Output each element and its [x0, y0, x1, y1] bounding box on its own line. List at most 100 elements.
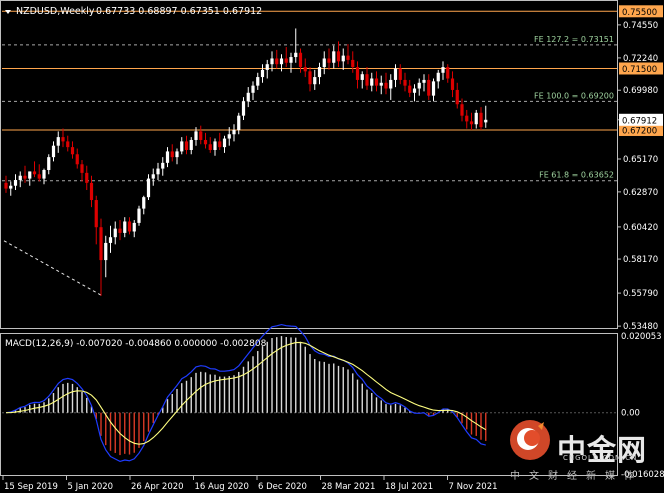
candle [408, 79, 412, 98]
price-tick-label: 0.65170 [623, 155, 658, 165]
candle-body [336, 51, 341, 62]
candle [365, 67, 369, 90]
candle-body [75, 154, 79, 165]
candle-body [265, 64, 269, 70]
candle [275, 49, 279, 69]
candle [184, 135, 189, 155]
candle-body [365, 74, 369, 86]
candle [161, 157, 165, 176]
candle [237, 112, 241, 135]
candle-body [189, 139, 193, 150]
candle [180, 137, 184, 155]
candle [431, 78, 436, 102]
candle-body [279, 58, 284, 65]
candle-body [146, 178, 151, 198]
time-tick-label: 7 Nov 2021 [449, 482, 498, 492]
candle [389, 74, 393, 100]
candle [189, 137, 193, 155]
candle-body [460, 104, 464, 116]
candle-body [351, 59, 355, 68]
candle [460, 98, 464, 122]
candle [99, 218, 103, 296]
symbol-arrow-icon [5, 10, 11, 14]
candle [327, 48, 331, 70]
candle-body [237, 115, 241, 130]
time-tick-label: 28 Mar 2021 [322, 482, 376, 492]
candle [450, 71, 455, 98]
time-axis: 15 Sep 2019 5 Jan 2020 26 Apr 2020 16 Aug 2… [2, 476, 498, 492]
candle-body [151, 174, 155, 179]
price-tick-label: 0.72240 [623, 54, 658, 64]
candle-body [256, 77, 260, 86]
candle [317, 62, 322, 85]
candle-body [208, 144, 212, 150]
candle-body [298, 52, 303, 68]
candle-body [303, 67, 307, 72]
candle-body [165, 151, 170, 163]
candle [484, 105, 488, 128]
candle-body [184, 141, 189, 150]
candle [289, 52, 293, 73]
candle-body [180, 141, 184, 152]
candle [355, 61, 360, 89]
candle [75, 148, 79, 169]
candle-body [51, 145, 56, 158]
time-tick-label: 15 Sep 2019 [4, 482, 58, 492]
candle [199, 125, 203, 145]
candle-body [484, 119, 488, 123]
watermark-logo-text: 中金网 [557, 433, 648, 467]
candle-body [232, 129, 236, 135]
watermark-url: CNGOLD.COM.CN [563, 454, 638, 462]
time-tick-label: 5 Jan 2020 [68, 482, 114, 492]
price-tick-label: 0.60420 [623, 223, 658, 233]
ohlc-values: 0.67733 0.68897 0.67351 0.67912 [96, 6, 262, 17]
candle-body [346, 55, 350, 60]
fibonacci-levels: FE 127.2 = 0.73151 FE 100.0 = 0.69200 FE 6… [2, 35, 617, 182]
candle-body [322, 58, 326, 68]
candle [284, 47, 288, 68]
candle-body [70, 147, 75, 155]
candle-body [317, 67, 322, 78]
candle-body [218, 141, 222, 148]
candle-body [469, 121, 474, 125]
candle [436, 69, 440, 89]
candle [294, 28, 298, 63]
candle [175, 148, 179, 165]
candle [123, 217, 127, 238]
candle-body [308, 71, 312, 85]
trendline [3, 240, 102, 296]
candle-body [436, 72, 440, 82]
price-tick-label: 0.55790 [623, 289, 658, 299]
candle-body [28, 171, 32, 179]
candle [66, 135, 70, 152]
cngold-logo-icon [510, 420, 550, 460]
candle [94, 195, 98, 245]
candle [351, 51, 355, 73]
candle-body [175, 151, 179, 158]
candle [132, 220, 136, 238]
candle-body [47, 157, 51, 171]
candle [104, 235, 108, 278]
candle-body [270, 58, 274, 65]
candle [341, 48, 345, 70]
candle [265, 59, 269, 79]
candle [9, 181, 13, 196]
chart-window[interactable]: FE 127.2 = 0.73151 FE 100.0 = 0.69200 FE 6… [0, 0, 664, 493]
candle-body [113, 228, 117, 238]
candle [232, 124, 236, 142]
candle-body [379, 82, 383, 86]
candle [322, 51, 326, 75]
time-tick-label: 18 Jul 2021 [385, 482, 433, 492]
candle-body [313, 77, 317, 85]
candle-body [85, 172, 89, 183]
candle [151, 168, 155, 186]
candle [379, 75, 383, 95]
main-chart-frame [0, 0, 618, 329]
candle [222, 135, 227, 153]
macd-tick-label: 0.020053 [621, 332, 662, 342]
candle-body [32, 171, 37, 175]
price-tick-label: 0.53480 [623, 322, 658, 332]
candle-body [422, 79, 426, 83]
chart-canvas[interactable]: FE 127.2 = 0.73151 FE 100.0 = 0.69200 FE 6… [0, 0, 664, 493]
candle [113, 221, 117, 245]
